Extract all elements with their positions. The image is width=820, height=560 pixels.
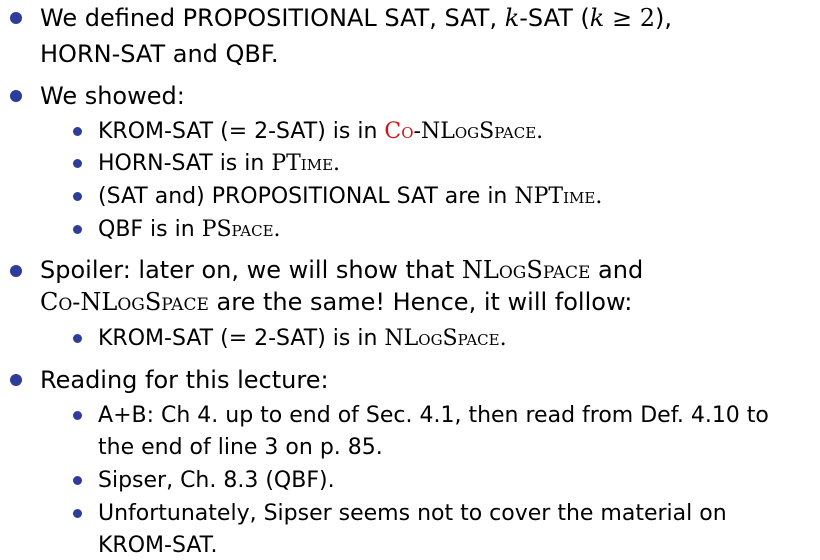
subbullet-2-4	[73, 225, 82, 234]
subitem-4-2: Sipser, Ch. 8.3 (QBF).	[98, 470, 335, 492]
equals-symbol: =	[228, 326, 248, 351]
class-nlogspace-rest: -NLogSpace	[413, 119, 537, 144]
period: .	[595, 184, 603, 209]
item-1-text-c: ),	[655, 4, 672, 32]
period: .	[536, 119, 544, 144]
class-nlogspace: NLogSpace	[384, 326, 500, 351]
bullet-3	[10, 265, 22, 277]
period: .	[273, 217, 281, 242]
subitem-4-3-line-1: Unfortunately, Sipser seems not to cover…	[98, 503, 727, 525]
period: .	[333, 151, 341, 176]
item-4-text: Reading for this lecture:	[40, 366, 329, 394]
subitem-3-1-text-a: KROM-SAT (	[98, 326, 229, 351]
subbullet-2-1	[73, 127, 82, 136]
item-3-text-b: and	[590, 256, 644, 284]
k-variable-2: k	[589, 4, 605, 32]
subitem-2-3: (SAT and) PROPOSITIONAL SAT are in NPTim…	[98, 186, 602, 208]
plus-symbol: +	[113, 403, 132, 428]
class-co-nlogspace: Co-NLogSpace	[40, 288, 209, 316]
item-1-line-1: We defined PROPOSITIONAL SAT, SAT, k-SAT…	[40, 6, 672, 30]
subitem-2-4-text: QBF is in	[98, 217, 202, 242]
item-1-text-b: -SAT (	[519, 4, 590, 32]
subitem-2-2-text: HORN-SAT is in	[98, 151, 272, 176]
two-number: 2	[639, 4, 655, 32]
subitem-2-1: KROM-SAT (= 2-SAT) is in Co-NLogSpace.	[98, 121, 543, 143]
subitem-4-3-text-a: Unfortunately, Sipser seems not to cover…	[98, 501, 727, 526]
equals-symbol: =	[228, 119, 248, 144]
subitem-4-2-text: Sipser, Ch. 8.3 (QBF).	[98, 468, 335, 493]
subbullet-2-2	[73, 159, 82, 168]
class-nptime: NPTime	[514, 184, 596, 209]
item-4-line: Reading for this lecture:	[40, 368, 329, 392]
k-variable: k	[504, 4, 520, 32]
subitem-2-2: HORN-SAT is in PTime.	[98, 153, 340, 175]
subitem-2-3-text: (SAT and) PROPOSITIONAL SAT are in	[98, 184, 515, 209]
item-1-text-d: HORN-SAT and QBF.	[40, 40, 279, 68]
class-co-highlight: Co	[384, 119, 414, 144]
subitem-3-1: KROM-SAT (= 2-SAT) is in NLogSpace.	[98, 328, 507, 350]
subbullet-4-3	[73, 509, 82, 518]
subitem-4-1-line-1: A+B: Ch 4. up to end of Sec. 4.1, then r…	[98, 405, 769, 427]
item-3-line-2: Co-NLogSpace are the same! Hence, it wil…	[40, 290, 632, 314]
subbullet-4-2	[73, 476, 82, 485]
subbullet-4-1	[73, 411, 82, 420]
class-pspace: PSpace	[201, 217, 274, 242]
slide: We defined PROPOSITIONAL SAT, SAT, k-SAT…	[0, 0, 820, 560]
subitem-3-1-text-b: 2-SAT) is in	[247, 326, 385, 351]
subitem-4-1-text-b: B: Ch 4. up to end of Sec. 4.1, then rea…	[131, 403, 769, 428]
period: .	[499, 326, 507, 351]
subitem-4-3-line-2: KROM-SAT.	[98, 535, 218, 557]
subitem-2-1-text-a: KROM-SAT (	[98, 119, 229, 144]
item-2-line: We showed:	[40, 84, 185, 108]
subitem-4-1-line-2: the end of line 3 on p. 85.	[98, 437, 383, 459]
bullet-4	[10, 374, 22, 386]
item-2-text: We showed:	[40, 82, 185, 110]
class-nlogspace: NLogSpace	[461, 256, 591, 284]
subbullet-2-3	[73, 192, 82, 201]
item-3-text-a: Spoiler: later on, we will show that	[40, 256, 462, 284]
item-1-text-a: We defined PROPOSITIONAL SAT, SAT,	[40, 4, 505, 32]
geq-symbol: ≥	[604, 4, 640, 32]
subitem-4-1-text-c: the end of line 3 on p. 85.	[98, 435, 383, 460]
subbullet-3-1	[73, 334, 82, 343]
class-ptime: PTime	[271, 151, 334, 176]
item-3-text-c: are the same! Hence, it will follow:	[208, 288, 633, 316]
bullet-1	[10, 12, 22, 24]
subitem-2-1-text-b: 2-SAT) is in	[247, 119, 385, 144]
item-1-line-2: HORN-SAT and QBF.	[40, 42, 278, 66]
subitem-4-1-text-a: A	[98, 403, 114, 428]
item-3-line-1: Spoiler: later on, we will show that NLo…	[40, 258, 643, 282]
subitem-4-3-text-b: KROM-SAT.	[98, 533, 218, 558]
subitem-2-4: QBF is in PSpace.	[98, 219, 281, 241]
bullet-2	[10, 90, 22, 102]
